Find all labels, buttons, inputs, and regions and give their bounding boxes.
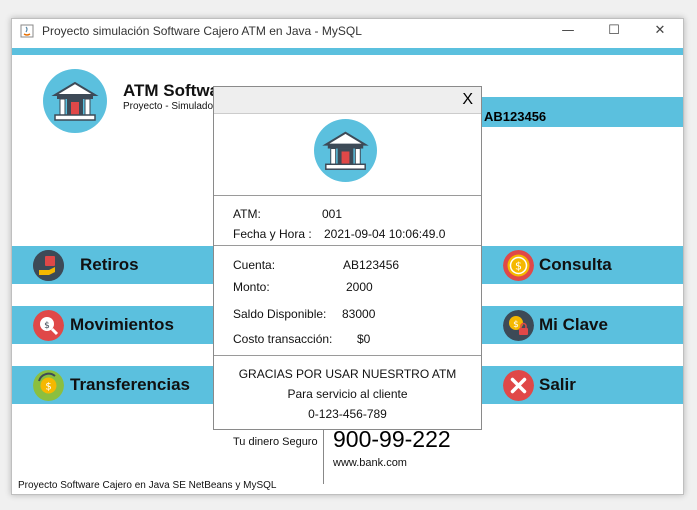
minimize-button[interactable]: — [545,19,591,43]
receipt-close-button[interactable]: X [462,91,473,109]
coin-icon: $ [503,250,534,281]
window-title: Proyecto simulación Software Cajero ATM … [42,24,362,38]
transferencias-button[interactable]: $ Transferencias [12,366,214,404]
movimientos-label: Movimientos [70,315,174,334]
retiros-button[interactable]: Retiros [12,246,214,284]
cash-hand-icon [33,250,64,281]
atm-label: ATM: [233,207,261,221]
bank-logo [43,69,107,133]
date-label: Fecha y Hora : [233,227,312,241]
maximize-button[interactable]: ☐ [591,19,637,43]
contact-phone: 900-99-222 [333,426,451,452]
salir-button[interactable]: Salir [481,366,683,404]
footer-divider [323,424,324,484]
service-phone: 0-123-456-789 [308,407,387,421]
transferencias-label: Transferencias [70,375,191,394]
receipt-logo [314,119,377,182]
consulta-button[interactable]: $ Consulta [481,246,683,284]
svg-text:$: $ [44,321,50,331]
java-app-icon [20,24,34,38]
thanks-message: GRACIAS POR USAR NUESRTRO ATM [238,367,457,381]
money-exchange-icon: $ [33,370,64,401]
monto-value: 2000 [346,280,373,294]
header-stripe [12,48,683,55]
costo-value: $0 [357,332,371,346]
monto-label: Monto: [233,280,270,294]
money-lock-icon: $ [503,310,534,341]
receipt-separator [214,195,481,196]
mi-clave-label: Mi Clave [539,315,608,334]
svg-text:$: $ [515,260,522,273]
app-subtitle: Proyecto - Simulador [123,101,217,112]
saldo-value: 83000 [342,307,376,321]
mi-clave-button[interactable]: $ Mi Clave [481,306,683,344]
costo-label: Costo transacción: [233,332,333,346]
date-value: 2021-09-04 10:06:49.0 [324,227,446,241]
service-message: Para servicio al cliente [287,387,408,401]
salir-label: Salir [539,375,576,394]
close-window-button[interactable]: ✕ [637,19,683,43]
movimientos-button[interactable]: $ Movimientos [12,306,214,344]
receipt-dialog: X ATM: 001 Fecha y Hora : 2021-09-04 10:… [213,86,482,430]
money-search-icon: $ [33,310,64,341]
tagline: Tu dinero Seguro [233,436,318,448]
consulta-label: Consulta [539,255,612,274]
svg-text:$: $ [45,382,51,393]
saldo-label: Saldo Disponible: [233,307,327,321]
receipt-header: X [214,87,481,114]
title-bar: Proyecto simulación Software Cajero ATM … [12,19,683,43]
svg-text:$: $ [513,320,519,330]
retiros-label: Retiros [80,255,139,274]
bank-icon [51,81,99,121]
website-link: www.bank.com [333,457,407,469]
receipt-separator [214,245,481,246]
bank-icon [322,131,369,170]
close-circle-icon [503,370,534,401]
receipt-separator [214,355,481,356]
cuenta-label: Cuenta: [233,258,276,272]
atm-value: 001 [322,207,343,221]
account-number: AB123456 [484,109,547,124]
footer-project-text: Proyecto Software Cajero en Java SE NetB… [18,480,277,491]
cuenta-value: AB123456 [343,258,400,272]
